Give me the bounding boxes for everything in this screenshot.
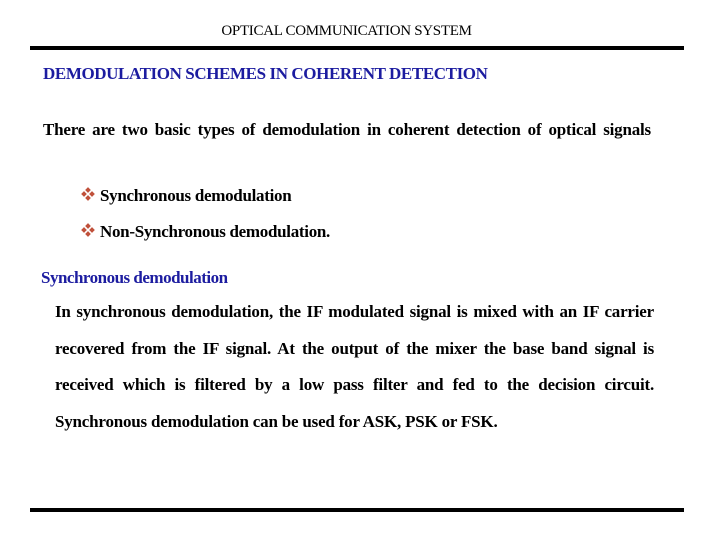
bullet-text: Non-Synchronous demodulation. xyxy=(100,222,330,241)
diamond-cluster-icon xyxy=(81,187,95,201)
subheading: Synchronous demodulation xyxy=(41,268,228,287)
bullet-list: Synchronous demodulation Non-Synchronous… xyxy=(81,178,330,250)
intro-paragraph: There are two basic types of demodulatio… xyxy=(43,120,651,139)
header-title: OPTICAL COMMUNICATION SYSTEM xyxy=(221,23,472,39)
bullet-item: Non-Synchronous demodulation. xyxy=(81,214,330,250)
bullet-text: Synchronous demodulation xyxy=(100,186,292,205)
body-paragraph: In synchronous demodulation, the IF modu… xyxy=(55,302,654,431)
bottom-divider xyxy=(30,508,684,512)
diamond-cluster-icon xyxy=(81,223,95,237)
top-divider xyxy=(30,46,684,50)
slide-heading: DEMODULATION SCHEMES IN COHERENT DETECTI… xyxy=(43,64,488,83)
bullet-item: Synchronous demodulation xyxy=(81,178,330,214)
